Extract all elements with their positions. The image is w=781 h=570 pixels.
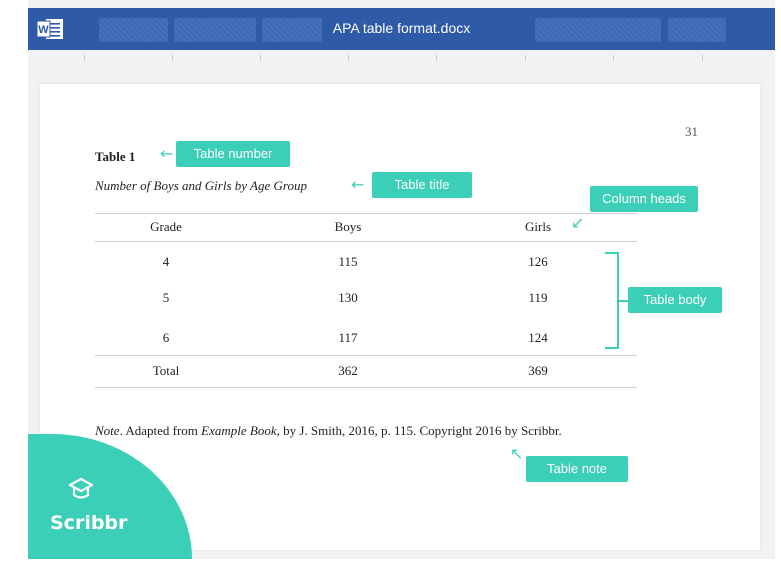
ruler-tick <box>172 55 173 61</box>
ruler-tick <box>525 55 526 61</box>
table-cell: 126 <box>528 254 548 269</box>
table-cell: 124 <box>528 330 548 345</box>
column-head-grade: Grade <box>150 219 182 234</box>
callout-table-body: Table body <box>628 287 722 313</box>
document-window: W APA table format.docx 31 Table 1 Numbe… <box>28 0 775 559</box>
callout-column-heads: Column heads <box>590 186 698 212</box>
table-total-cell: 362 <box>338 363 358 378</box>
brand-name: Scribbr <box>50 512 128 534</box>
callout-table-number: Table number <box>176 141 290 167</box>
table-cell: 130 <box>338 290 358 305</box>
table-total-cell: 369 <box>528 363 548 378</box>
table-total-label: Total <box>152 363 180 378</box>
ruler-tick <box>348 55 349 61</box>
arrow-down-left-icon: ↙ <box>571 213 585 232</box>
graduation-cap-icon <box>68 477 94 499</box>
table-note-text: , by J. Smith, 2016, p. 115. Copyright 2… <box>276 423 562 438</box>
table-cell: 5 <box>162 290 170 305</box>
table-cell: 4 <box>162 254 170 269</box>
table-cell: 6 <box>162 330 170 345</box>
table-total-rule <box>95 355 637 356</box>
callout-table-title: Table title <box>372 172 472 198</box>
toolbar-placeholder[interactable] <box>668 18 726 42</box>
ruler-tick <box>84 55 85 61</box>
arrow-left-icon: ← <box>160 144 174 163</box>
toolbar-placeholder[interactable] <box>535 18 661 42</box>
arrow-up-left-icon: ↖ <box>510 444 524 463</box>
table-head-rule <box>95 241 637 242</box>
table-cell: 115 <box>338 254 358 269</box>
table-body-bracket <box>619 300 628 302</box>
table-cell: 119 <box>528 290 548 305</box>
ruler-tick <box>613 55 614 61</box>
arrow-left-icon: ← <box>351 175 365 194</box>
document-title: APA table format.docx <box>332 20 471 36</box>
table-top-rule <box>95 213 637 214</box>
page-number: 31 <box>685 124 698 139</box>
table-note: Note. Adapted from Example Book, by J. S… <box>95 423 562 439</box>
table-cell: 117 <box>338 330 358 345</box>
ruler-tick <box>260 55 261 61</box>
table-note-book: Example Book <box>201 423 277 438</box>
table-title: Number of Boys and Girls by Age Group <box>95 178 307 193</box>
table-bottom-rule <box>95 387 637 388</box>
column-head-boys: Boys <box>334 219 362 234</box>
table-note-prefix: Note <box>95 423 120 438</box>
ruler[interactable] <box>28 50 775 68</box>
callout-table-note: Table note <box>526 456 628 482</box>
table-note-text: . Adapted from <box>119 423 202 438</box>
ruler-tick <box>702 55 703 61</box>
table-body-bracket <box>605 252 619 349</box>
table-label: Table 1 <box>95 149 136 164</box>
ruler-tick <box>436 55 437 61</box>
title-bar: W APA table format.docx <box>28 8 775 50</box>
